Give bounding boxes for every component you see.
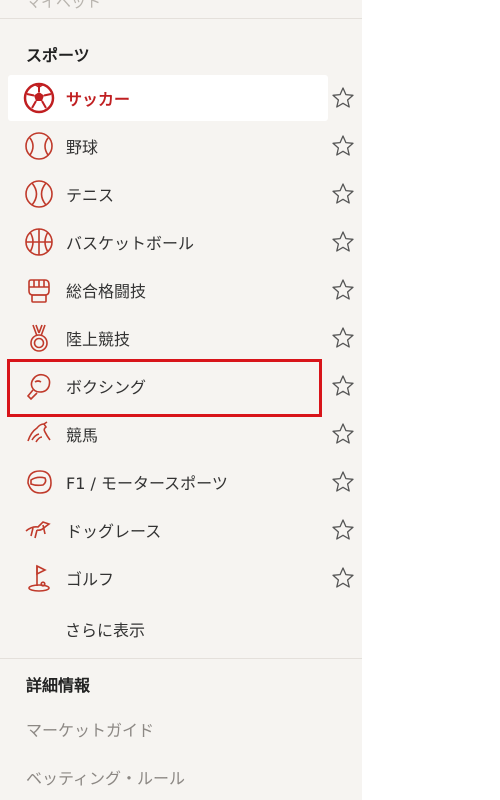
sidebar-item-label: ゴルフ (66, 570, 115, 589)
sidebar-item-label: F1 / モータースポーツ (66, 474, 228, 493)
divider (0, 658, 362, 659)
favorite-star-icon[interactable] (330, 469, 356, 495)
sidebar-item-baseball[interactable]: 野球 (8, 123, 328, 169)
tennis-ball-icon (22, 177, 56, 211)
sidebar-item-label: サッカー (66, 90, 131, 109)
sidebar-item-motorsport[interactable]: F1 / モータースポーツ (8, 459, 328, 505)
market-guide-link[interactable]: マーケットガイド (26, 717, 154, 741)
my-bets-link[interactable]: マイベット (26, 0, 101, 12)
sidebar-item-athletics[interactable]: 陸上競技 (8, 315, 328, 361)
favorite-star-icon[interactable] (330, 421, 356, 447)
favorite-star-icon[interactable] (330, 565, 356, 591)
sidebar-item-label: ドッグレース (66, 522, 162, 541)
mma-glove-icon (22, 273, 56, 307)
sidebar-item-horse-racing[interactable]: 競馬 (8, 411, 328, 457)
favorite-star-icon[interactable] (330, 85, 356, 111)
sports-section-title: スポーツ (26, 46, 90, 65)
sidebar-item-tennis[interactable]: テニス (8, 171, 328, 217)
baseball-icon (22, 129, 56, 163)
greyhound-icon (22, 513, 56, 547)
highlight-box (7, 359, 322, 417)
helmet-icon (22, 465, 56, 499)
betting-rules-link[interactable]: ベッティング・ルール (26, 765, 185, 789)
medal-icon (22, 321, 56, 355)
favorite-star-icon[interactable] (330, 517, 356, 543)
sidebar-item-label: 陸上競技 (66, 330, 131, 349)
horse-icon (22, 417, 56, 451)
sidebar-item-soccer[interactable]: サッカー (8, 75, 328, 121)
sidebar-item-basketball[interactable]: バスケットボール (8, 219, 328, 265)
favorite-star-icon[interactable] (330, 325, 356, 351)
golf-flag-icon (22, 561, 56, 595)
basketball-icon (22, 225, 56, 259)
favorite-star-icon[interactable] (330, 229, 356, 255)
sidebar-item-mma[interactable]: 総合格闘技 (8, 267, 328, 313)
sidebar-item-label: 総合格闘技 (66, 282, 147, 301)
sidebar-item-label: バスケットボール (66, 234, 195, 253)
sidebar-item-label: 野球 (66, 138, 99, 157)
favorite-star-icon[interactable] (330, 181, 356, 207)
show-more-link[interactable]: さらに表示 (65, 617, 145, 641)
sidebar-item-golf[interactable]: ゴルフ (8, 555, 328, 601)
favorite-star-icon[interactable] (330, 277, 356, 303)
favorite-star-icon[interactable] (330, 133, 356, 159)
sidebar-item-greyhound-racing[interactable]: ドッグレース (8, 507, 328, 553)
details-section-title: 詳細情報 (26, 676, 91, 695)
sidebar-item-label: テニス (66, 186, 115, 205)
sidebar-item-label: 競馬 (66, 426, 99, 445)
favorite-star-icon[interactable] (330, 373, 356, 399)
divider (0, 18, 362, 19)
soccer-ball-icon (22, 81, 56, 115)
